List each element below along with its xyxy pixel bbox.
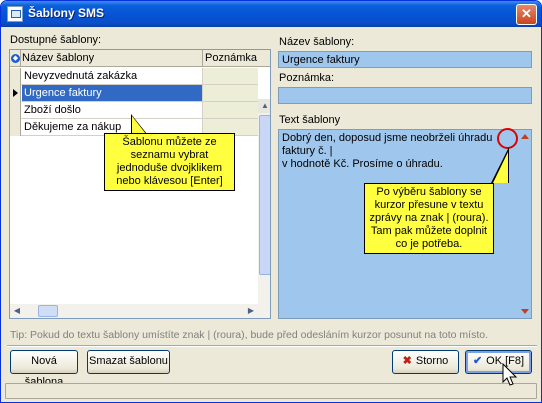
scroll-up-icon: ▲ — [261, 101, 269, 110]
table-row[interactable]: Urgence faktury — [10, 85, 258, 102]
callout-line: nebo klávesou [Enter] — [116, 175, 223, 187]
column-header-name[interactable]: Název šablony — [22, 52, 202, 64]
callout-pointer-fill — [493, 152, 508, 183]
scroll-up-icon[interactable] — [521, 134, 529, 139]
template-text-line: Dobrý den, doposud jsme neobrželi úhradu… — [282, 132, 493, 157]
callout-cursor-position: Po výběru šablony se kurzor přesune v te… — [364, 183, 494, 254]
template-name-field[interactable]: Urgence faktury — [278, 51, 532, 68]
callout-line: seznamu vybrat — [130, 149, 209, 161]
cancel-icon: ✖ — [402, 355, 412, 367]
callout-line: Šablonu můžete ze — [122, 136, 217, 148]
template-text-label: Text šablony — [279, 114, 341, 126]
close-button[interactable]: ✕ — [516, 4, 537, 25]
tip-text: Tip: Pokud do textu šablony umístíte zna… — [10, 329, 489, 341]
grid-horizontal-scrollbar[interactable]: ◀ ▶ — [10, 304, 258, 318]
app-icon — [7, 6, 23, 22]
table-row[interactable]: Nevyzvednutá zakázka — [10, 68, 258, 85]
row-note — [202, 102, 258, 118]
grid-vertical-scrollbar[interactable]: ▲ ▼ — [258, 99, 270, 318]
ok-button[interactable]: ✔ OK [F8] — [465, 350, 532, 374]
column-header-note[interactable]: Poznámka — [202, 50, 258, 67]
callout-select-template: Šablonu můžete ze seznamu vybrat jednodu… — [104, 133, 235, 191]
separator — [7, 345, 537, 347]
row-indicator — [10, 119, 21, 136]
scroll-down-icon[interactable] — [521, 309, 529, 314]
checkmark-icon: ✔ — [472, 355, 483, 367]
sort-icon[interactable]: ◆ — [11, 54, 20, 63]
delete-template-button[interactable]: Smazat šablonu — [87, 350, 170, 374]
row-note — [202, 68, 258, 84]
available-templates-label: Dostupné šablony: — [10, 34, 102, 46]
scroll-thumb[interactable] — [259, 115, 270, 275]
window-title: Šablony SMS — [28, 6, 105, 20]
note-field[interactable] — [278, 87, 532, 104]
callout-line: kurzor přesune v textu — [374, 199, 484, 211]
scroll-right-button[interactable]: ▶ — [244, 304, 258, 318]
scroll-up-button[interactable]: ▲ — [258, 99, 270, 113]
grid-indicator-header: ◆ — [10, 50, 21, 67]
row-indicator-arrow-icon — [10, 85, 21, 102]
row-name: Nevyzvednutá zakázka — [24, 70, 138, 82]
title-bar[interactable]: Šablony SMS ✕ — [1, 1, 541, 27]
note-label: Poznámka: — [279, 72, 335, 84]
template-text-line: v hodnotě Kč. Prosíme o úhradu. — [282, 158, 443, 170]
callout-line: zprávy na znak | (roura). — [369, 212, 489, 224]
callout-line: Po výběru šablony se — [376, 186, 482, 198]
row-name: Urgence faktury — [22, 85, 202, 101]
callout-line: Tam pak můžete doplnit — [370, 225, 488, 237]
delete-template-label: Smazat šablonu — [89, 355, 168, 367]
cancel-button[interactable]: ✖ Storno — [392, 350, 459, 374]
grid-header: ◆ Název šablony Poznámka — [10, 50, 270, 67]
callout-line: jednoduše dvojklikem — [116, 162, 223, 174]
row-name: Zboží došlo — [24, 104, 81, 116]
row-note — [202, 85, 258, 101]
scroll-left-icon: ◀ — [13, 306, 21, 315]
sms-templates-window: Šablony SMS ✕ Dostupné šablony: ◆ Název … — [0, 0, 542, 403]
scroll-left-button[interactable]: ◀ — [10, 304, 24, 318]
mouse-pointer-icon — [502, 363, 518, 386]
scroll-thumb[interactable] — [38, 305, 58, 317]
scroll-right-icon: ▶ — [247, 306, 255, 315]
highlight-circle — [497, 128, 518, 149]
callout-pointer-fill — [132, 116, 146, 134]
row-indicator — [10, 68, 21, 85]
cancel-label: Storno — [415, 355, 449, 367]
text-area-scrollbar[interactable] — [519, 130, 531, 318]
template-name-label: Název šablony: — [279, 36, 355, 48]
new-template-button[interactable]: Nová šablona — [10, 350, 78, 388]
row-indicator — [10, 102, 21, 119]
status-bar — [5, 383, 537, 399]
callout-line: co je potřeba. — [395, 238, 463, 250]
